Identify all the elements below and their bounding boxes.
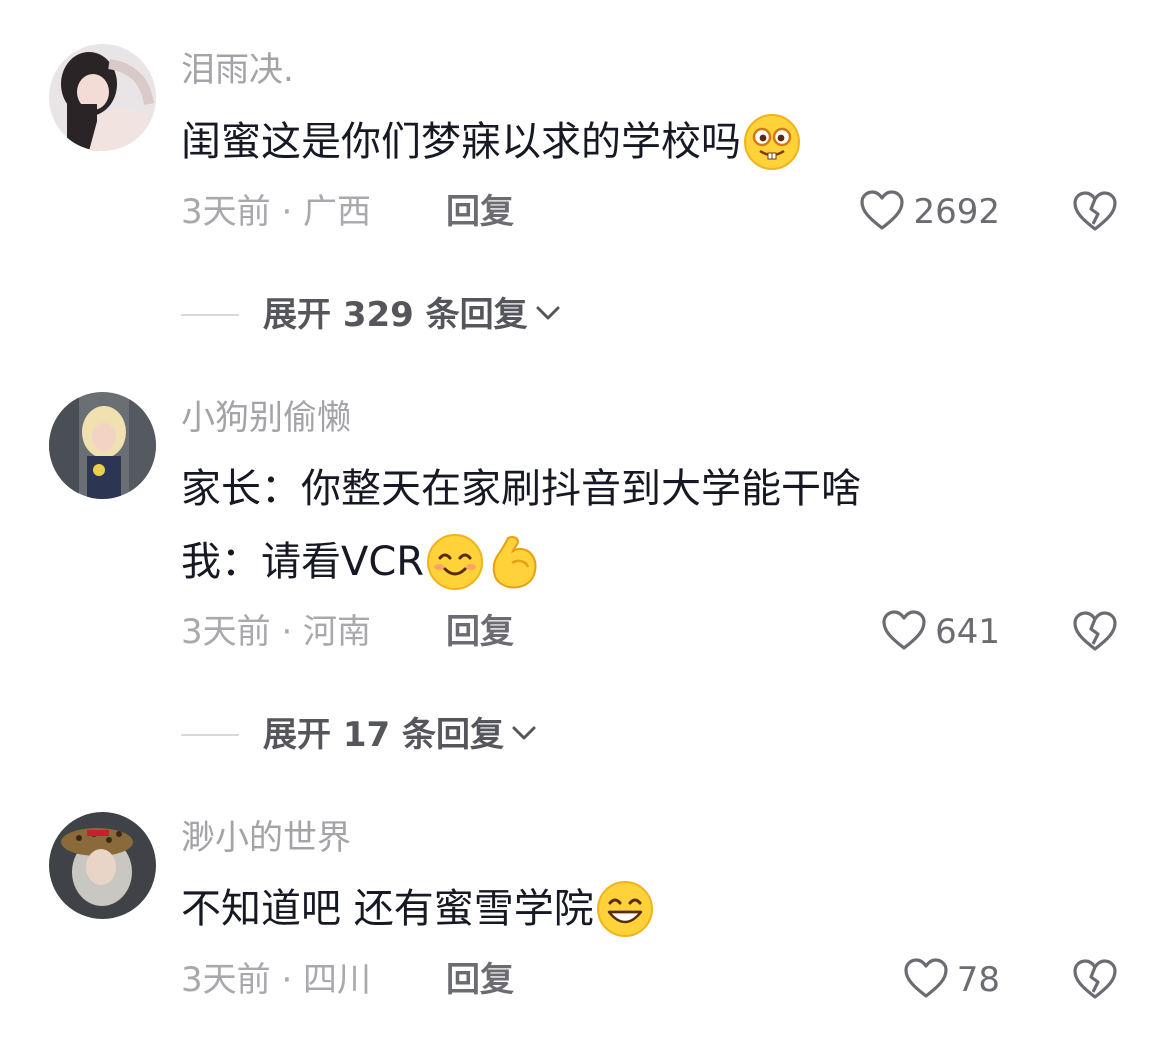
avatar[interactable]	[49, 812, 156, 919]
expand-replies-label: 展开 17 条回复	[263, 715, 504, 755]
comment-text-line: 闺蜜这是你们梦寐以求的学校吗	[181, 119, 741, 165]
grinning-face-emoji	[596, 880, 654, 938]
reply-button[interactable]: 回复	[446, 958, 514, 1002]
broken-heart-icon	[1072, 191, 1118, 236]
dislike-button[interactable]	[1072, 958, 1118, 1002]
nerd-buck-teeth-emoji	[743, 113, 801, 171]
comment-text-line: 不知道吧 还有蜜雪学院	[181, 886, 594, 932]
flexed-biceps-emoji	[486, 533, 544, 591]
expand-replies-button[interactable]: 展开 17 条回复	[181, 713, 540, 757]
like-count: 641	[935, 612, 1000, 652]
dislike-button[interactable]	[1072, 190, 1118, 234]
comment-text: 我：请看VCR	[181, 533, 544, 591]
time-location: 3天前 · 四川	[181, 960, 372, 1000]
broken-heart-icon	[1072, 611, 1118, 656]
like-count: 78	[956, 960, 1000, 1000]
reply-button[interactable]: 回复	[446, 610, 514, 654]
comment-text-line: 我：请看VCR	[181, 539, 425, 585]
time-location: 3天前 · 广西	[181, 192, 372, 232]
expand-replies-label: 展开 329 条回复	[263, 295, 528, 335]
avatar[interactable]	[49, 44, 156, 151]
expand-replies-button[interactable]: 展开 329 条回复	[181, 293, 564, 337]
like-button[interactable]: 2692	[859, 190, 1000, 234]
smiling-face-emoji	[426, 533, 484, 591]
time-location: 3天前 · 河南	[181, 612, 372, 652]
username[interactable]: 渺小的世界	[181, 816, 351, 860]
username[interactable]: 泪雨决.	[181, 48, 294, 92]
like-button[interactable]: 78	[903, 958, 1000, 1002]
comment-text: 家长：你整天在家刷抖音到大学能干啥	[181, 461, 861, 517]
heart-icon	[881, 609, 927, 655]
divider-line	[181, 734, 239, 736]
heart-icon	[903, 957, 949, 1003]
reply-button[interactable]: 回复	[446, 190, 514, 234]
avatar[interactable]	[49, 392, 156, 499]
like-count: 2692	[913, 192, 1000, 232]
username[interactable]: 小狗别偷懒	[181, 396, 351, 440]
heart-icon	[859, 189, 905, 235]
chevron-down-icon	[504, 717, 540, 753]
broken-heart-icon	[1072, 959, 1118, 1004]
dislike-button[interactable]	[1072, 610, 1118, 654]
divider-line	[181, 314, 239, 316]
comment-text-line: 家长：你整天在家刷抖音到大学能干啥	[181, 466, 861, 512]
chevron-down-icon	[528, 297, 564, 333]
like-button[interactable]: 641	[881, 610, 1000, 654]
comment-text: 闺蜜这是你们梦寐以求的学校吗	[181, 113, 801, 171]
comment-text: 不知道吧 还有蜜雪学院	[181, 880, 654, 938]
